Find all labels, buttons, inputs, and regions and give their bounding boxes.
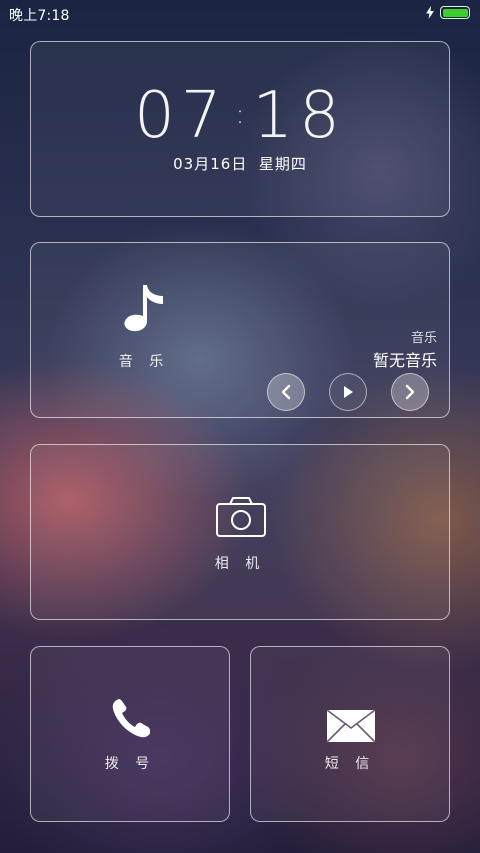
- clock-date: 03月16日 星期四: [173, 155, 307, 173]
- clock-widget[interactable]: 07:18 03月16日 星期四: [30, 41, 450, 217]
- previous-button[interactable]: [267, 373, 305, 411]
- next-button[interactable]: [391, 373, 429, 411]
- status-icons: [426, 6, 470, 19]
- clock-hours: 07: [134, 79, 228, 153]
- battery-fill: [442, 8, 468, 17]
- clock-separator: :: [235, 100, 245, 130]
- music-label: 音 乐: [118, 354, 170, 370]
- dialer-widget[interactable]: 拨 号: [30, 646, 230, 822]
- camera-icon: [216, 497, 266, 537]
- lightning-icon: [426, 6, 434, 19]
- dialer-label: 拨 号: [104, 756, 156, 772]
- next-icon: [405, 384, 415, 400]
- camera-widget[interactable]: 相 机: [30, 444, 450, 620]
- music-note-icon: [124, 285, 163, 332]
- music-track-title: 暂无音乐: [372, 351, 437, 370]
- phone-icon: [112, 699, 150, 738]
- play-icon: [344, 386, 353, 398]
- music-widget[interactable]: 音 乐 音乐 暂无音乐: [30, 242, 450, 418]
- previous-icon: [281, 384, 291, 400]
- battery-icon: [440, 6, 470, 19]
- camera-label: 相 机: [214, 556, 266, 572]
- status-bar: 晚上7:18: [0, 0, 480, 28]
- music-app-name: 音乐: [410, 331, 437, 346]
- envelope-icon: [326, 709, 376, 743]
- play-button[interactable]: [329, 373, 367, 411]
- clock-minutes: 18: [252, 79, 346, 153]
- clock-time: 07:18: [31, 80, 449, 151]
- status-time: 晚上7:18: [9, 8, 70, 24]
- sms-label: 短 信: [324, 756, 376, 772]
- sms-widget[interactable]: 短 信: [250, 646, 450, 822]
